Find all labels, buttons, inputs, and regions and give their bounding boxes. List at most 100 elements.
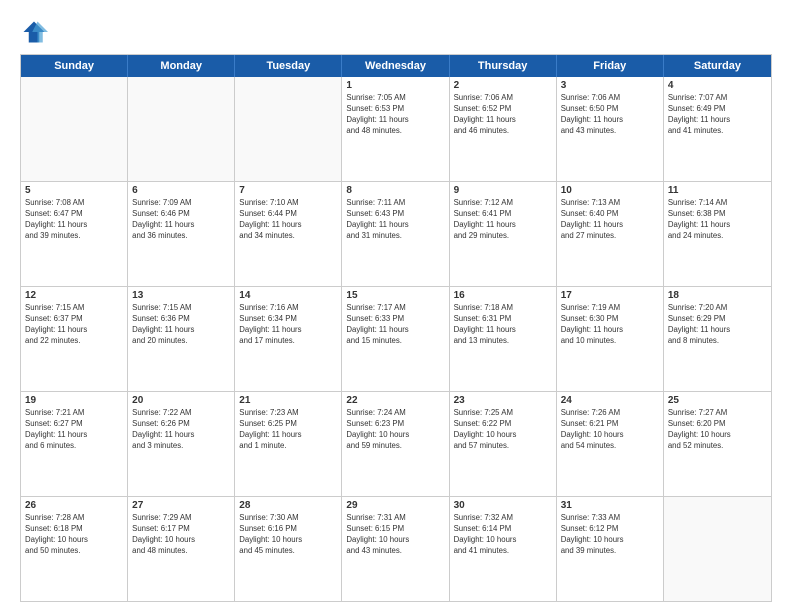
day-number: 12 (25, 290, 123, 301)
cell-info: Sunrise: 7:30 AM Sunset: 6:16 PM Dayligh… (239, 513, 337, 557)
day-header-friday: Friday (557, 55, 664, 77)
logo-icon (20, 18, 48, 46)
day-number: 14 (239, 290, 337, 301)
cell-info: Sunrise: 7:22 AM Sunset: 6:26 PM Dayligh… (132, 408, 230, 452)
cell-info: Sunrise: 7:16 AM Sunset: 6:34 PM Dayligh… (239, 303, 337, 347)
table-row (664, 497, 771, 601)
page: SundayMondayTuesdayWednesdayThursdayFrid… (0, 0, 792, 612)
logo (20, 18, 52, 46)
day-number: 5 (25, 185, 123, 196)
table-row: 22 Sunrise: 7:24 AM Sunset: 6:23 PM Dayli… (342, 392, 449, 496)
cell-info: Sunrise: 7:33 AM Sunset: 6:12 PM Dayligh… (561, 513, 659, 557)
table-row: 30Sunrise: 7:32 AM Sunset: 6:14 PM Dayli… (450, 497, 557, 601)
table-row: 13 Sunrise: 7:15 AM Sunset: 6:36 PM Dayli… (128, 287, 235, 391)
cell-info: Sunrise: 7:06 AM Sunset: 6:50 PM Dayligh… (561, 93, 659, 137)
table-row: 11 Sunrise: 7:14 AM Sunset: 6:38 PM Dayli… (664, 182, 771, 286)
day-number: 2 (454, 80, 552, 91)
table-row: 29 Sunrise: 7:31 AM Sunset: 6:15 PM Dayli… (342, 497, 449, 601)
table-row: 7 Sunrise: 7:10 AM Sunset: 6:44 PM Daylig… (235, 182, 342, 286)
table-row: 15Sunrise: 7:17 AM Sunset: 6:33 PM Dayli… (342, 287, 449, 391)
day-number: 25 (668, 395, 767, 406)
table-row: 1 Sunrise: 7:05 AM Sunset: 6:53 PM Daylig… (342, 77, 449, 181)
table-row: 31Sunrise: 7:33 AM Sunset: 6:12 PM Dayli… (557, 497, 664, 601)
table-row (235, 77, 342, 181)
day-number: 6 (132, 185, 230, 196)
cell-info: Sunrise: 7:14 AM Sunset: 6:38 PM Dayligh… (668, 198, 767, 242)
table-row: 20 Sunrise: 7:22 AM Sunset: 6:26 PM Dayli… (128, 392, 235, 496)
day-number: 17 (561, 290, 659, 301)
day-number: 29 (346, 500, 444, 511)
day-header-saturday: Saturday (664, 55, 771, 77)
day-number: 16 (454, 290, 552, 301)
day-number: 3 (561, 80, 659, 91)
table-row: 2Sunrise: 7:06 AM Sunset: 6:52 PM Daylig… (450, 77, 557, 181)
day-header-tuesday: Tuesday (235, 55, 342, 77)
day-number: 11 (668, 185, 767, 196)
cell-info: Sunrise: 7:23 AM Sunset: 6:25 PM Dayligh… (239, 408, 337, 452)
cell-info: Sunrise: 7:13 AM Sunset: 6:40 PM Dayligh… (561, 198, 659, 242)
cell-info: Sunrise: 7:31 AM Sunset: 6:15 PM Dayligh… (346, 513, 444, 557)
calendar: SundayMondayTuesdayWednesdayThursdayFrid… (20, 54, 772, 602)
table-row: 26Sunrise: 7:28 AM Sunset: 6:18 PM Dayli… (21, 497, 128, 601)
cell-info: Sunrise: 7:10 AM Sunset: 6:44 PM Dayligh… (239, 198, 337, 242)
day-header-wednesday: Wednesday (342, 55, 449, 77)
table-row: 18 Sunrise: 7:20 AM Sunset: 6:29 PM Dayli… (664, 287, 771, 391)
table-row: 21 Sunrise: 7:23 AM Sunset: 6:25 PM Dayli… (235, 392, 342, 496)
table-row: 17Sunrise: 7:19 AM Sunset: 6:30 PM Dayli… (557, 287, 664, 391)
day-number: 15 (346, 290, 444, 301)
cell-info: Sunrise: 7:05 AM Sunset: 6:53 PM Dayligh… (346, 93, 444, 137)
day-number: 8 (346, 185, 444, 196)
table-row: 19 Sunrise: 7:21 AM Sunset: 6:27 PM Dayli… (21, 392, 128, 496)
day-header-monday: Monday (128, 55, 235, 77)
table-row: 28 Sunrise: 7:30 AM Sunset: 6:16 PM Dayli… (235, 497, 342, 601)
table-row: 8 Sunrise: 7:11 AM Sunset: 6:43 PM Daylig… (342, 182, 449, 286)
table-row: 16 Sunrise: 7:18 AM Sunset: 6:31 PM Dayli… (450, 287, 557, 391)
calendar-row-0: 1 Sunrise: 7:05 AM Sunset: 6:53 PM Daylig… (21, 77, 771, 181)
calendar-row-1: 5 Sunrise: 7:08 AM Sunset: 6:47 PM Daylig… (21, 181, 771, 286)
cell-info: Sunrise: 7:09 AM Sunset: 6:46 PM Dayligh… (132, 198, 230, 242)
table-row (128, 77, 235, 181)
cell-info: Sunrise: 7:12 AM Sunset: 6:41 PM Dayligh… (454, 198, 552, 242)
day-number: 4 (668, 80, 767, 91)
cell-info: Sunrise: 7:18 AM Sunset: 6:31 PM Dayligh… (454, 303, 552, 347)
cell-info: Sunrise: 7:11 AM Sunset: 6:43 PM Dayligh… (346, 198, 444, 242)
day-number: 19 (25, 395, 123, 406)
day-number: 20 (132, 395, 230, 406)
day-number: 23 (454, 395, 552, 406)
day-number: 27 (132, 500, 230, 511)
cell-info: Sunrise: 7:15 AM Sunset: 6:36 PM Dayligh… (132, 303, 230, 347)
day-number: 21 (239, 395, 337, 406)
day-number: 9 (454, 185, 552, 196)
cell-info: Sunrise: 7:27 AM Sunset: 6:20 PM Dayligh… (668, 408, 767, 452)
cell-info: Sunrise: 7:26 AM Sunset: 6:21 PM Dayligh… (561, 408, 659, 452)
day-number: 7 (239, 185, 337, 196)
day-number: 30 (454, 500, 552, 511)
cell-info: Sunrise: 7:08 AM Sunset: 6:47 PM Dayligh… (25, 198, 123, 242)
day-number: 22 (346, 395, 444, 406)
table-row: 24 Sunrise: 7:26 AM Sunset: 6:21 PM Dayli… (557, 392, 664, 496)
table-row: 3 Sunrise: 7:06 AM Sunset: 6:50 PM Daylig… (557, 77, 664, 181)
day-number: 13 (132, 290, 230, 301)
cell-info: Sunrise: 7:20 AM Sunset: 6:29 PM Dayligh… (668, 303, 767, 347)
table-row: 5 Sunrise: 7:08 AM Sunset: 6:47 PM Daylig… (21, 182, 128, 286)
table-row: 27Sunrise: 7:29 AM Sunset: 6:17 PM Dayli… (128, 497, 235, 601)
cell-info: Sunrise: 7:28 AM Sunset: 6:18 PM Dayligh… (25, 513, 123, 557)
calendar-row-2: 12 Sunrise: 7:15 AM Sunset: 6:37 PM Dayli… (21, 286, 771, 391)
table-row: 4Sunrise: 7:07 AM Sunset: 6:49 PM Daylig… (664, 77, 771, 181)
day-number: 24 (561, 395, 659, 406)
table-row: 25 Sunrise: 7:27 AM Sunset: 6:20 PM Dayli… (664, 392, 771, 496)
calendar-body: 1 Sunrise: 7:05 AM Sunset: 6:53 PM Daylig… (21, 77, 771, 601)
calendar-row-3: 19 Sunrise: 7:21 AM Sunset: 6:27 PM Dayli… (21, 391, 771, 496)
calendar-row-4: 26Sunrise: 7:28 AM Sunset: 6:18 PM Dayli… (21, 496, 771, 601)
day-number: 1 (346, 80, 444, 91)
cell-info: Sunrise: 7:24 AM Sunset: 6:23 PM Dayligh… (346, 408, 444, 452)
table-row: 23Sunrise: 7:25 AM Sunset: 6:22 PM Dayli… (450, 392, 557, 496)
cell-info: Sunrise: 7:21 AM Sunset: 6:27 PM Dayligh… (25, 408, 123, 452)
calendar-header: SundayMondayTuesdayWednesdayThursdayFrid… (21, 55, 771, 77)
cell-info: Sunrise: 7:15 AM Sunset: 6:37 PM Dayligh… (25, 303, 123, 347)
table-row: 6 Sunrise: 7:09 AM Sunset: 6:46 PM Daylig… (128, 182, 235, 286)
table-row: 12 Sunrise: 7:15 AM Sunset: 6:37 PM Dayli… (21, 287, 128, 391)
day-number: 28 (239, 500, 337, 511)
header (20, 18, 772, 46)
day-number: 18 (668, 290, 767, 301)
